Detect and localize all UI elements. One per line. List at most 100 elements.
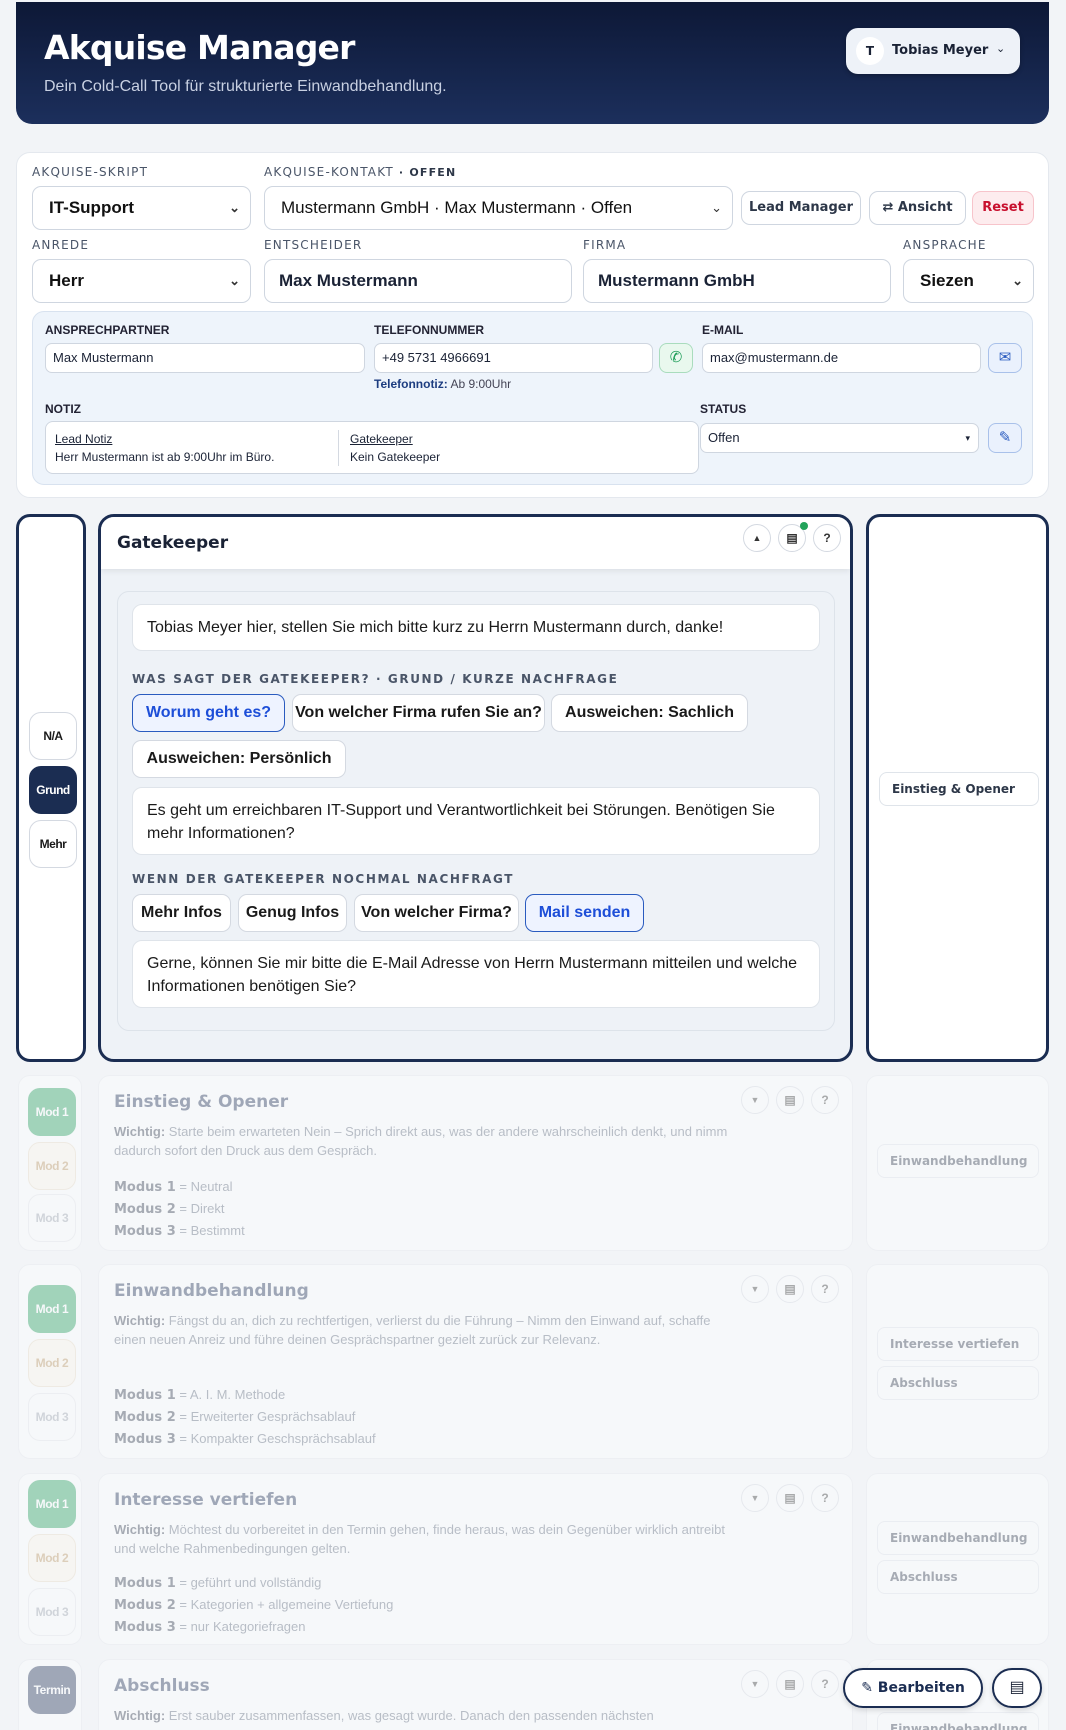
reset-button[interactable]: Reset	[972, 191, 1034, 225]
help-icon[interactable]: ?	[811, 1484, 839, 1512]
mod1-button[interactable]: Mod 1	[28, 1285, 76, 1333]
mod2-button[interactable]: Mod 2	[28, 1339, 76, 1387]
entscheider-label: ENTSCHEIDER	[264, 238, 363, 252]
help-icon[interactable]: ?	[811, 1670, 839, 1698]
app-title: Akquise Manager	[44, 28, 355, 67]
module-hint: Wichtig: Möchtest du vorbereitet in den …	[114, 1522, 725, 1556]
contact-select[interactable]: Mustermann GmbH · Max Mustermann · Offen…	[264, 186, 733, 230]
chip-mehr-infos[interactable]: Mehr Infos	[132, 894, 231, 932]
edit-status-icon[interactable]: ✎	[988, 423, 1022, 453]
module-hint: Wichtig: Fängst du an, dich zu rechtfert…	[114, 1313, 711, 1347]
phone-input[interactable]: +49 5731 4966691	[374, 343, 653, 373]
help-icon[interactable]: ?	[811, 1086, 839, 1114]
module-next-column: Einwandbehandlung	[866, 1075, 1049, 1251]
mod1-button[interactable]: Mod 1	[28, 1088, 76, 1136]
lead-manager-button[interactable]: Lead Manager	[741, 191, 861, 225]
view-button[interactable]: ⇄ Ansicht	[869, 191, 966, 225]
status-select[interactable]: Offen ▾	[700, 423, 979, 453]
expand-icon[interactable]: ▼	[741, 1484, 769, 1512]
document-icon[interactable]: ▤	[776, 1086, 804, 1114]
anrede-select[interactable]: Herr ⌄	[32, 259, 251, 303]
collapse-icon[interactable]: ▲	[743, 524, 771, 552]
module-mode-column: Termin	[18, 1659, 82, 1730]
nav-einwandbehandlung[interactable]: Einwandbehandlung	[877, 1521, 1039, 1555]
chip-welche-firma[interactable]: Von welcher Firma rufen Sie an?	[292, 694, 545, 732]
document-icon[interactable]: ▤	[776, 1484, 804, 1512]
chip-ausweichen-persoenlich[interactable]: Ausweichen: Persönlich	[132, 740, 346, 778]
document-icon[interactable]: ▤	[992, 1668, 1042, 1708]
expand-icon[interactable]: ▼	[741, 1670, 769, 1698]
gatekeeper-note-link[interactable]: Gatekeeper	[350, 430, 440, 448]
mod3-button[interactable]: Mod 3	[28, 1194, 76, 1242]
contact-person-input[interactable]: Max Mustermann	[45, 343, 365, 373]
mode-line: Modus 1 = A. I. M. Methode	[114, 1387, 286, 1403]
mod2-button[interactable]: Mod 2	[28, 1142, 76, 1190]
mail-icon[interactable]: ✉	[988, 343, 1022, 373]
phone-icon[interactable]: ✆	[659, 343, 693, 373]
module-title: Interesse vertiefen	[114, 1490, 298, 1510]
expand-icon[interactable]: ▼	[741, 1086, 769, 1114]
nav-abschluss[interactable]: Abschluss	[877, 1560, 1039, 1594]
email-input[interactable]: max@mustermann.de	[702, 343, 981, 373]
module-body: Tobias Meyer hier, stellen Sie mich bitt…	[117, 591, 835, 1031]
chip-ausweichen-sachlich[interactable]: Ausweichen: Sachlich	[551, 694, 748, 732]
edit-button[interactable]: ✎ Bearbeiten	[843, 1668, 983, 1708]
mode-line: Modus 3 = Kompakter Geschsprächsablauf	[114, 1431, 376, 1447]
firma-input[interactable]: Mustermann GmbH	[583, 259, 891, 303]
ansprache-select[interactable]: Siezen ⌄	[903, 259, 1034, 303]
mod1-button[interactable]: Mod 1	[28, 1480, 76, 1528]
entscheider-input[interactable]: Max Mustermann	[264, 259, 572, 303]
phone-label: TELEFONNUMMER	[374, 323, 484, 337]
nav-einstieg-opener[interactable]: Einstieg & Opener	[879, 772, 1039, 806]
mod3-button[interactable]: Mod 3	[28, 1393, 76, 1441]
followup-answer-script: Gerne, können Sie mir bitte die E-Mail A…	[132, 940, 820, 1008]
mode-mehr-button[interactable]: Mehr	[29, 820, 77, 868]
mod3-button[interactable]: Mod 3	[28, 1588, 76, 1636]
module-hint: Wichtig: Erst sauber zusammenfassen, was…	[114, 1708, 654, 1723]
chevron-down-icon: ⌄	[229, 200, 240, 215]
termin-button[interactable]: Termin	[28, 1666, 76, 1714]
email-label: E-MAIL	[702, 323, 744, 337]
app-header: Akquise Manager Dein Cold-Call Tool für …	[16, 2, 1049, 124]
gatekeeper-note: Gatekeeper Kein Gatekeeper	[350, 430, 441, 464]
mod2-button[interactable]: Mod 2	[28, 1534, 76, 1582]
contact-details-panel: ANSPRECHPARTNER TELEFONNUMMER E-MAIL Max…	[32, 311, 1033, 485]
mode-line: Modus 2 = Direkt	[114, 1201, 225, 1217]
module-card: Einwandbehandlung ▼ ▤ ? Wichtig: Fängst …	[98, 1264, 853, 1459]
nav-abschluss[interactable]: Abschluss	[877, 1366, 1039, 1400]
chip-von-welcher-firma[interactable]: Von welcher Firma?	[354, 894, 519, 932]
nav-einwandbehandlung[interactable]: Einwandbehandlung	[877, 1712, 1039, 1730]
gatekeeper-module: Gatekeeper ▲ ▤ ? Tobias Meyer hier, stel…	[98, 514, 853, 1062]
module-title: Gatekeeper	[117, 533, 229, 553]
status-dot-icon	[800, 522, 808, 530]
module-card: Interesse vertiefen ▼ ▤ ? Wichtig: Möcht…	[98, 1473, 853, 1645]
module-next-column: Interesse vertiefen Abschluss	[866, 1264, 1049, 1459]
script-select[interactable]: IT-Support ⌄	[32, 186, 251, 230]
chip-worum[interactable]: Worum geht es?	[132, 694, 285, 732]
module-card: Abschluss ▼ ▤ ? Wichtig: Erst sauber zus…	[98, 1659, 853, 1730]
app-subtitle: Dein Cold-Call Tool für strukturierte Ei…	[44, 78, 447, 95]
mode-line: Modus 3 = Bestimmt	[114, 1223, 245, 1239]
chip-mail-senden[interactable]: Mail senden	[525, 894, 644, 932]
status-label: STATUS	[700, 402, 747, 416]
chip-genug-infos[interactable]: Genug Infos	[238, 894, 347, 932]
document-icon[interactable]: ▤	[776, 1275, 804, 1303]
user-menu-button[interactable]: T Tobias Meyer ⌄	[846, 28, 1020, 74]
nav-einwandbehandlung[interactable]: Einwandbehandlung	[877, 1144, 1039, 1178]
document-icon[interactable]: ▤	[776, 1670, 804, 1698]
divider	[338, 430, 339, 466]
lead-note-link[interactable]: Lead Notiz	[55, 430, 274, 448]
help-icon[interactable]: ?	[813, 524, 841, 552]
expand-icon[interactable]: ▼	[741, 1275, 769, 1303]
help-icon[interactable]: ?	[811, 1275, 839, 1303]
script-label: AKQUISE-SKRIPT	[32, 165, 149, 179]
ansprache-label: ANSPRACHE	[903, 238, 987, 252]
module-hint: Wichtig: Starte beim erwarteten Nein – S…	[114, 1124, 728, 1158]
question-section-label: WAS SAGT DER GATEKEEPER? · GRUND / KURZE…	[132, 672, 619, 686]
chevron-down-icon: ⌄	[711, 200, 722, 215]
mode-na-button[interactable]: N/A	[29, 712, 77, 760]
intro-script: Tobias Meyer hier, stellen Sie mich bitt…	[132, 604, 820, 651]
nav-interesse-vertiefen[interactable]: Interesse vertiefen	[877, 1327, 1039, 1361]
module-title: Abschluss	[114, 1676, 210, 1696]
mode-grund-button[interactable]: Grund	[29, 766, 77, 814]
